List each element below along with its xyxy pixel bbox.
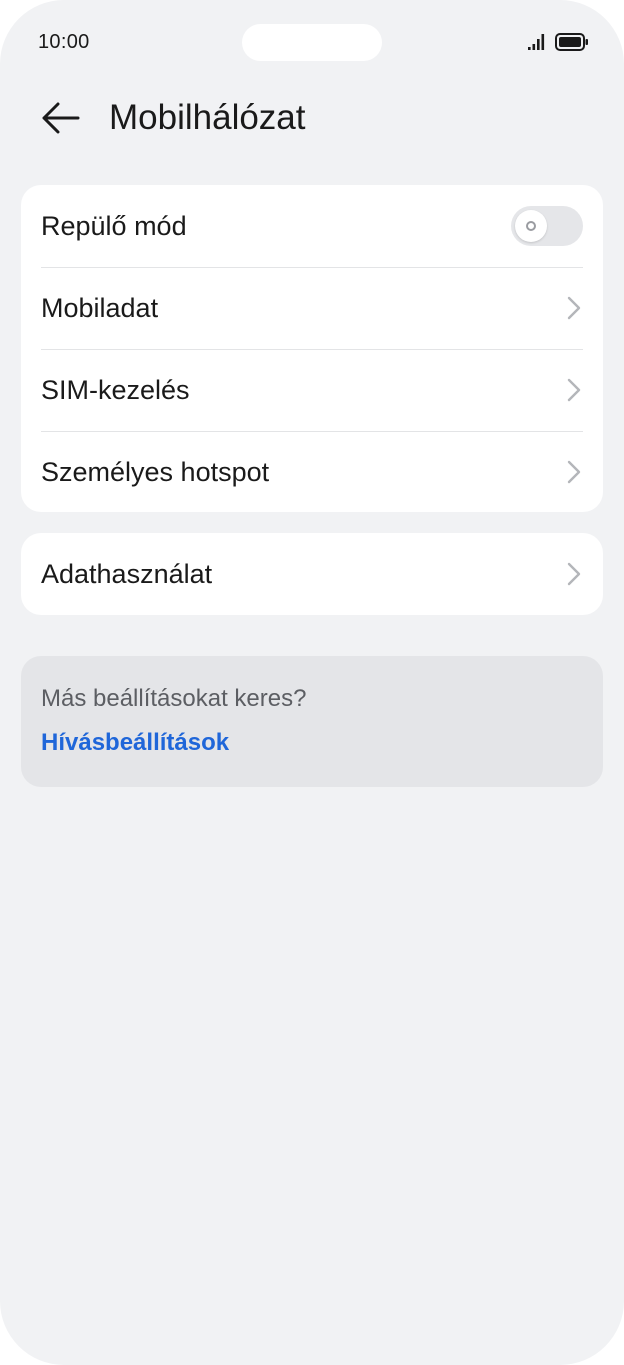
- personal-hotspot-label: Személyes hotspot: [41, 456, 270, 487]
- status-time: 10:00: [38, 31, 90, 53]
- mobile-data-row[interactable]: Mobiladat: [21, 267, 603, 349]
- signal-bars-icon: [527, 33, 547, 51]
- network-settings-card: Repülő mód Mobiladat SIM-kezelés Személy…: [21, 185, 603, 512]
- sim-management-label: SIM-kezelés: [41, 374, 190, 405]
- battery-full-icon: [555, 32, 589, 52]
- data-usage-label: Adathasználat: [41, 558, 213, 589]
- mobile-data-label: Mobiladat: [41, 292, 159, 323]
- sim-management-row[interactable]: SIM-kezelés: [21, 349, 603, 431]
- airplane-mode-toggle[interactable]: [511, 206, 583, 246]
- call-settings-link[interactable]: Hívásbeállítások: [41, 728, 229, 758]
- chevron-right-icon: [567, 562, 581, 586]
- chevron-right-icon: [567, 296, 581, 320]
- suggestion-card: Más beállításokat keres? Hívásbeállításo…: [21, 656, 603, 787]
- personal-hotspot-row[interactable]: Személyes hotspot: [21, 431, 603, 512]
- data-usage-row[interactable]: Adathasználat: [21, 533, 603, 615]
- chevron-right-icon: [567, 378, 581, 402]
- arrow-left-icon: [42, 102, 80, 134]
- back-button[interactable]: [38, 96, 82, 140]
- data-usage-card: Adathasználat: [21, 533, 603, 615]
- chevron-right-icon: [567, 460, 581, 484]
- status-icons: [527, 31, 589, 53]
- airplane-mode-label: Repülő mód: [41, 210, 187, 241]
- toggle-knob: [515, 210, 547, 242]
- airplane-mode-row[interactable]: Repülő mód: [21, 185, 603, 267]
- page-title: Mobilhálózat: [109, 98, 306, 137]
- suggestion-text: Más beállításokat keres?: [41, 685, 307, 712]
- phone-screen: 10:00 Mobilhálózat Repülő mód Mobiladat …: [0, 0, 624, 1365]
- camera-notch: [242, 24, 382, 61]
